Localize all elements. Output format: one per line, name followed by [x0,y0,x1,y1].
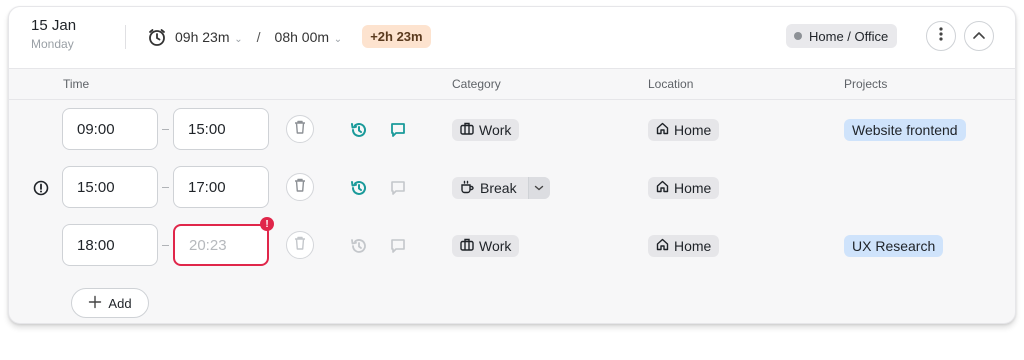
stopwatch-icon [147,27,167,47]
location-badge-label: Home / Office [809,28,889,44]
dash [162,245,169,246]
add-entry-button[interactable]: Add [71,288,149,318]
column-header-projects: Projects [844,77,888,91]
project-chip[interactable]: Website frontend [844,119,966,141]
chevron-down-icon[interactable] [527,177,550,199]
column-header-location: Location [648,77,694,91]
start-time-input[interactable]: 18:00 [62,224,158,266]
location-chip[interactable]: Home [648,119,720,141]
divider [125,25,126,49]
delete-button[interactable] [286,231,314,259]
alert-circle-icon[interactable] [32,179,50,197]
weekday-label: Monday [31,37,74,51]
trash-icon [293,235,307,256]
start-time-input[interactable]: 15:00 [62,166,158,208]
more-options-button[interactable] [926,21,956,51]
target-time-dropdown[interactable]: 08h 00m ⌄ [275,29,343,45]
target-time: 08h 00m [274,28,330,45]
category-label: Break [480,180,517,196]
comment-icon[interactable] [388,178,408,198]
start-time-input[interactable]: 09:00 [62,108,158,150]
add-label: Add [108,295,132,311]
trash-icon [293,177,307,198]
date-label: 15 Jan [31,17,77,34]
history-icon[interactable] [349,178,369,198]
comment-icon[interactable] [388,236,408,256]
category-label: Work [479,238,512,254]
location-badge[interactable]: Home / Office [786,24,898,48]
category-dropdown[interactable]: Break [452,177,550,199]
coffee-cup-icon [460,180,475,197]
history-icon[interactable] [349,236,369,256]
date-block: 15 Jan Monday [31,17,76,51]
home-icon [656,238,669,254]
plus-icon [88,295,102,312]
divider [9,99,1015,100]
delete-button[interactable] [286,115,314,143]
table-row: 09:00 15:00 Work Home Website frontend [9,101,1015,159]
chevron-up-icon [972,27,986,45]
table-row: 15:00 17:00 Break Home [9,159,1015,217]
home-icon [656,180,669,196]
briefcase-icon [460,238,474,254]
column-header-category: Category [452,77,501,91]
location-label: Home [674,122,712,138]
separator: / [256,28,261,45]
chevron-down-icon: ⌄ [331,33,343,45]
briefcase-icon [460,122,474,138]
dash [162,187,169,188]
category-label: Work [479,122,512,138]
project-chip[interactable]: UX Research [844,235,944,257]
category-chip[interactable]: Work [452,119,520,141]
end-time-input[interactable]: 20:23 [173,224,269,266]
history-icon[interactable] [349,120,369,140]
time-summary: 09h 23m ⌄ / 08h 00m ⌄ +2h 23m [147,25,431,48]
end-time-input[interactable]: 15:00 [173,108,269,150]
chevron-down-icon: ⌄ [231,33,243,45]
comment-icon[interactable] [388,120,408,140]
table-row: 18:00 20:23 ! Work Home UX Research [9,217,1015,275]
day-header: 15 Jan Monday 09h 23m ⌄ / 08h 00m ⌄ +2h … [9,7,1015,69]
location-label: Home [674,238,712,254]
more-vertical-icon [934,26,948,47]
tracked-time: 09h 23m [175,28,230,45]
end-time-input[interactable]: 17:00 [173,166,269,208]
dash [162,129,169,130]
category-chip[interactable]: Work [452,235,520,257]
day-card: 15 Jan Monday 09h 23m ⌄ / 08h 00m ⌄ +2h … [8,6,1016,324]
tracked-time-dropdown[interactable]: 09h 23m ⌄ [175,29,243,45]
status-dot-icon [794,32,802,40]
column-header-time: Time [63,77,90,91]
error-icon: ! [260,217,274,231]
home-icon [656,122,669,138]
location-chip[interactable]: Home [648,177,720,199]
delete-button[interactable] [286,173,314,201]
location-label: Home [674,180,712,196]
collapse-button[interactable] [964,21,994,51]
overtime-badge: +2h 23m [362,25,431,48]
trash-icon [293,119,307,140]
location-chip[interactable]: Home [648,235,720,257]
